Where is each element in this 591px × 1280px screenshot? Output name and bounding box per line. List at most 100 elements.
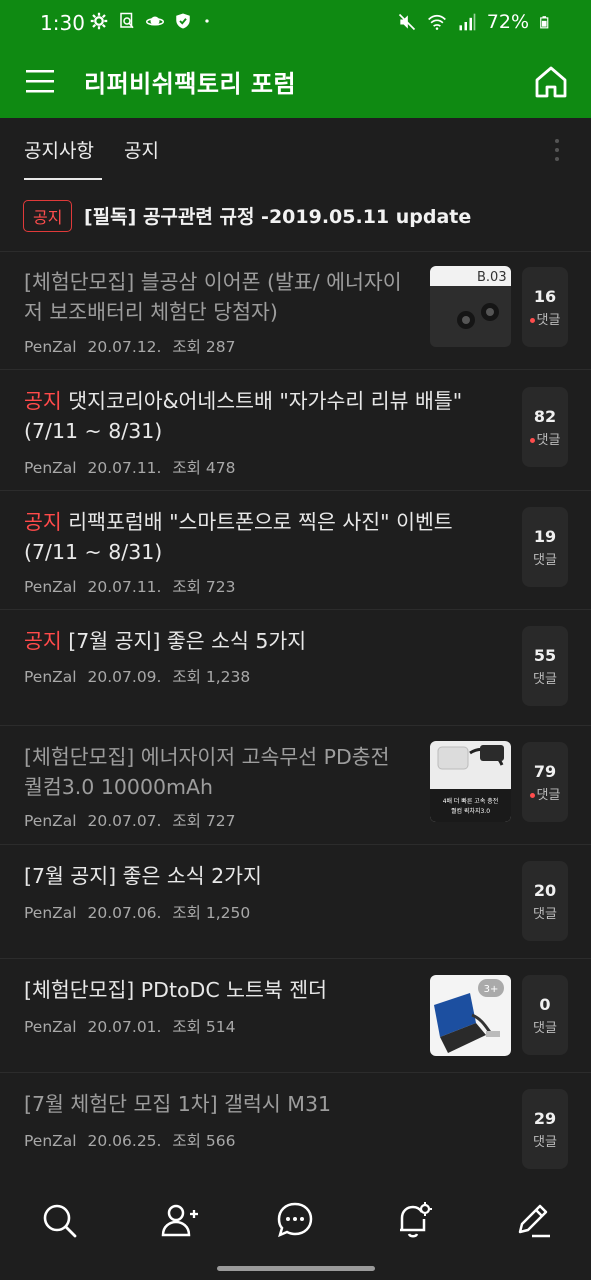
signal-icon xyxy=(459,13,476,31)
comment-count[interactable]: 79 댓글 xyxy=(522,742,568,822)
post-item[interactable]: [7월 체험단 모집 1차] 갤럭시 M31 PenZal 20.06.25. … xyxy=(0,1073,591,1186)
status-bar: 1:30 72% xyxy=(0,0,591,46)
comment-label: 댓글 xyxy=(533,907,557,922)
comment-count[interactable]: 20 댓글 xyxy=(522,861,568,941)
thumb-caption: 4배 더 빠른 고속 충전 xyxy=(443,797,499,805)
more-options-button[interactable] xyxy=(551,138,563,162)
post-title: 공지 [7월 공지] 좋은 소식 5가지 xyxy=(24,629,307,653)
post-date: 20.07.09. xyxy=(87,668,162,686)
post-title: [체험단모집] 블공삼 이어폰 (발표/ 에너자이저 보조배터리 체험단 당첨자… xyxy=(24,270,402,324)
comment-label: 댓글 xyxy=(533,553,557,568)
comment-label: 댓글 xyxy=(533,672,557,687)
app-bar: 리퍼비쉬팩토리 포럼 xyxy=(0,46,591,118)
comment-number: 79 xyxy=(533,762,557,781)
tab-notices[interactable]: 공지사항 xyxy=(24,136,102,180)
search-button[interactable] xyxy=(39,1200,79,1240)
post-item[interactable]: [체험단모집] PDtoDC 노트북 젠더 PenZal 20.07.01. 조… xyxy=(0,959,591,1073)
post-meta: PenZal 20.07.01. 조회 514 xyxy=(24,1015,241,1037)
comment-count[interactable]: 29 댓글 xyxy=(522,1089,568,1169)
post-title: 공지 리팩포럼배 "스마트폰으로 찍은 사진" 이벤트(7/11 ~ 8/31) xyxy=(24,510,453,564)
add-user-icon xyxy=(161,1204,198,1237)
post-views: 조회 514 xyxy=(172,1018,236,1036)
post-meta: PenZal 20.07.12. 조회 287 xyxy=(24,335,241,357)
bottom-navigation xyxy=(0,1180,591,1280)
chat-button[interactable] xyxy=(275,1200,315,1240)
comment-count[interactable]: 0 댓글 xyxy=(522,975,568,1055)
pinned-notice[interactable]: 공지 [필독] 공구관련 규정 -2019.05.11 update xyxy=(0,180,591,252)
post-item[interactable]: 공지 댓지코리아&어네스트배 "자가수리 리뷰 배틀" (7/11 ~ 8/31… xyxy=(0,370,591,491)
post-meta: PenZal 20.07.09. 조회 1,238 xyxy=(24,665,256,687)
comment-number: 55 xyxy=(533,646,557,665)
post-thumbnail[interactable]: B.03 xyxy=(430,266,511,347)
post-meta: PenZal 20.07.06. 조회 1,250 xyxy=(24,901,256,923)
tab-notice[interactable]: 공지 xyxy=(124,136,159,163)
thumb-caption: 퀄컴 퀵차지3.0 xyxy=(451,807,490,815)
post-meta: PenZal 20.07.07. 조회 727 xyxy=(24,809,241,831)
notice-tag: 공지 xyxy=(24,510,62,534)
post-thumbnail[interactable]: 3+ xyxy=(430,975,511,1056)
post-author: PenZal xyxy=(24,338,77,356)
comment-number: 19 xyxy=(533,527,557,546)
post-views: 조회 1,238 xyxy=(172,668,251,686)
new-dot-icon xyxy=(529,438,535,443)
battery-icon xyxy=(540,16,549,29)
post-item[interactable]: [7월 공지] 좋은 소식 2가지 PenZal 20.07.06. 조회 1,… xyxy=(0,845,591,959)
earbuds-image: B.03 xyxy=(430,266,511,347)
comment-label: 댓글 xyxy=(536,313,561,328)
post-item[interactable]: [체험단모집] 에너자이저 고속무선 PD충전 퀄컴3.0 10000mAh P… xyxy=(0,726,591,845)
tab-bar: 공지사항 공지 xyxy=(0,118,591,180)
power-bank-image: 4배 더 빠른 고속 충전 퀄컴 퀵차지3.0 xyxy=(430,741,511,822)
post-author: PenZal xyxy=(24,904,77,922)
comment-count[interactable]: 19 댓글 xyxy=(522,507,568,587)
battery-percent: 72% xyxy=(486,11,529,33)
home-indicator[interactable] xyxy=(217,1266,375,1271)
write-button[interactable] xyxy=(512,1200,552,1240)
notification-settings-button[interactable] xyxy=(394,1200,434,1240)
dot-icon xyxy=(205,19,209,23)
post-author: PenZal xyxy=(24,1018,77,1036)
post-thumbnail[interactable]: 4배 더 빠른 고속 충전 퀄컴 퀵차지3.0 xyxy=(430,741,511,822)
post-meta: PenZal 20.07.11. 조회 723 xyxy=(24,575,241,597)
comment-label: 댓글 xyxy=(536,788,561,803)
comment-number: 82 xyxy=(533,407,557,426)
post-author: PenZal xyxy=(24,812,77,830)
thumb-badge: 3+ xyxy=(484,984,499,995)
bell-gear-icon xyxy=(400,1202,432,1238)
post-meta: PenZal 20.06.25. 조회 566 xyxy=(24,1129,241,1151)
post-title: [체험단모집] PDtoDC 노트북 젠더 xyxy=(24,978,327,1002)
planet-icon xyxy=(146,16,164,26)
pencil-icon xyxy=(518,1204,550,1238)
new-dot-icon xyxy=(529,318,535,323)
comment-label: 댓글 xyxy=(533,1135,557,1150)
new-dot-icon xyxy=(529,793,535,798)
post-author: PenZal xyxy=(24,1132,77,1150)
thumb-label: B.03 xyxy=(477,270,507,285)
more-vert-icon xyxy=(555,139,559,161)
search-icon xyxy=(43,1204,77,1238)
chat-icon xyxy=(277,1202,313,1238)
home-button[interactable] xyxy=(531,62,571,102)
notice-tag: 공지 xyxy=(24,389,62,413)
menu-button[interactable] xyxy=(20,64,60,100)
post-date: 20.07.07. xyxy=(87,812,162,830)
comment-number: 29 xyxy=(533,1109,557,1128)
comment-count[interactable]: 82 댓글 xyxy=(522,387,568,467)
comment-number: 0 xyxy=(539,995,551,1014)
comment-count[interactable]: 16 댓글 xyxy=(522,267,568,347)
post-views: 조회 727 xyxy=(172,812,236,830)
comment-count[interactable]: 55 댓글 xyxy=(522,626,568,706)
post-item[interactable]: 공지 리팩포럼배 "스마트폰으로 찍은 사진" 이벤트(7/11 ~ 8/31)… xyxy=(0,491,591,610)
notice-badge: 공지 xyxy=(23,200,73,232)
post-item[interactable]: [체험단모집] 블공삼 이어폰 (발표/ 에너자이저 보조배터리 체험단 당첨자… xyxy=(0,251,591,370)
post-title: 공지 댓지코리아&어네스트배 "자가수리 리뷰 배틀" (7/11 ~ 8/31… xyxy=(24,389,463,443)
comment-number: 16 xyxy=(533,287,557,306)
post-date: 20.06.25. xyxy=(87,1132,162,1150)
shield-icon xyxy=(176,13,190,29)
post-date: 20.07.11. xyxy=(87,578,162,596)
post-views: 조회 287 xyxy=(172,338,236,356)
post-views: 조회 566 xyxy=(172,1132,236,1150)
gear-icon xyxy=(90,12,108,30)
page-title: 리퍼비쉬팩토리 포럼 xyxy=(84,70,297,98)
add-friend-button[interactable] xyxy=(159,1200,199,1240)
post-item[interactable]: 공지 [7월 공지] 좋은 소식 5가지 PenZal 20.07.09. 조회… xyxy=(0,610,591,726)
